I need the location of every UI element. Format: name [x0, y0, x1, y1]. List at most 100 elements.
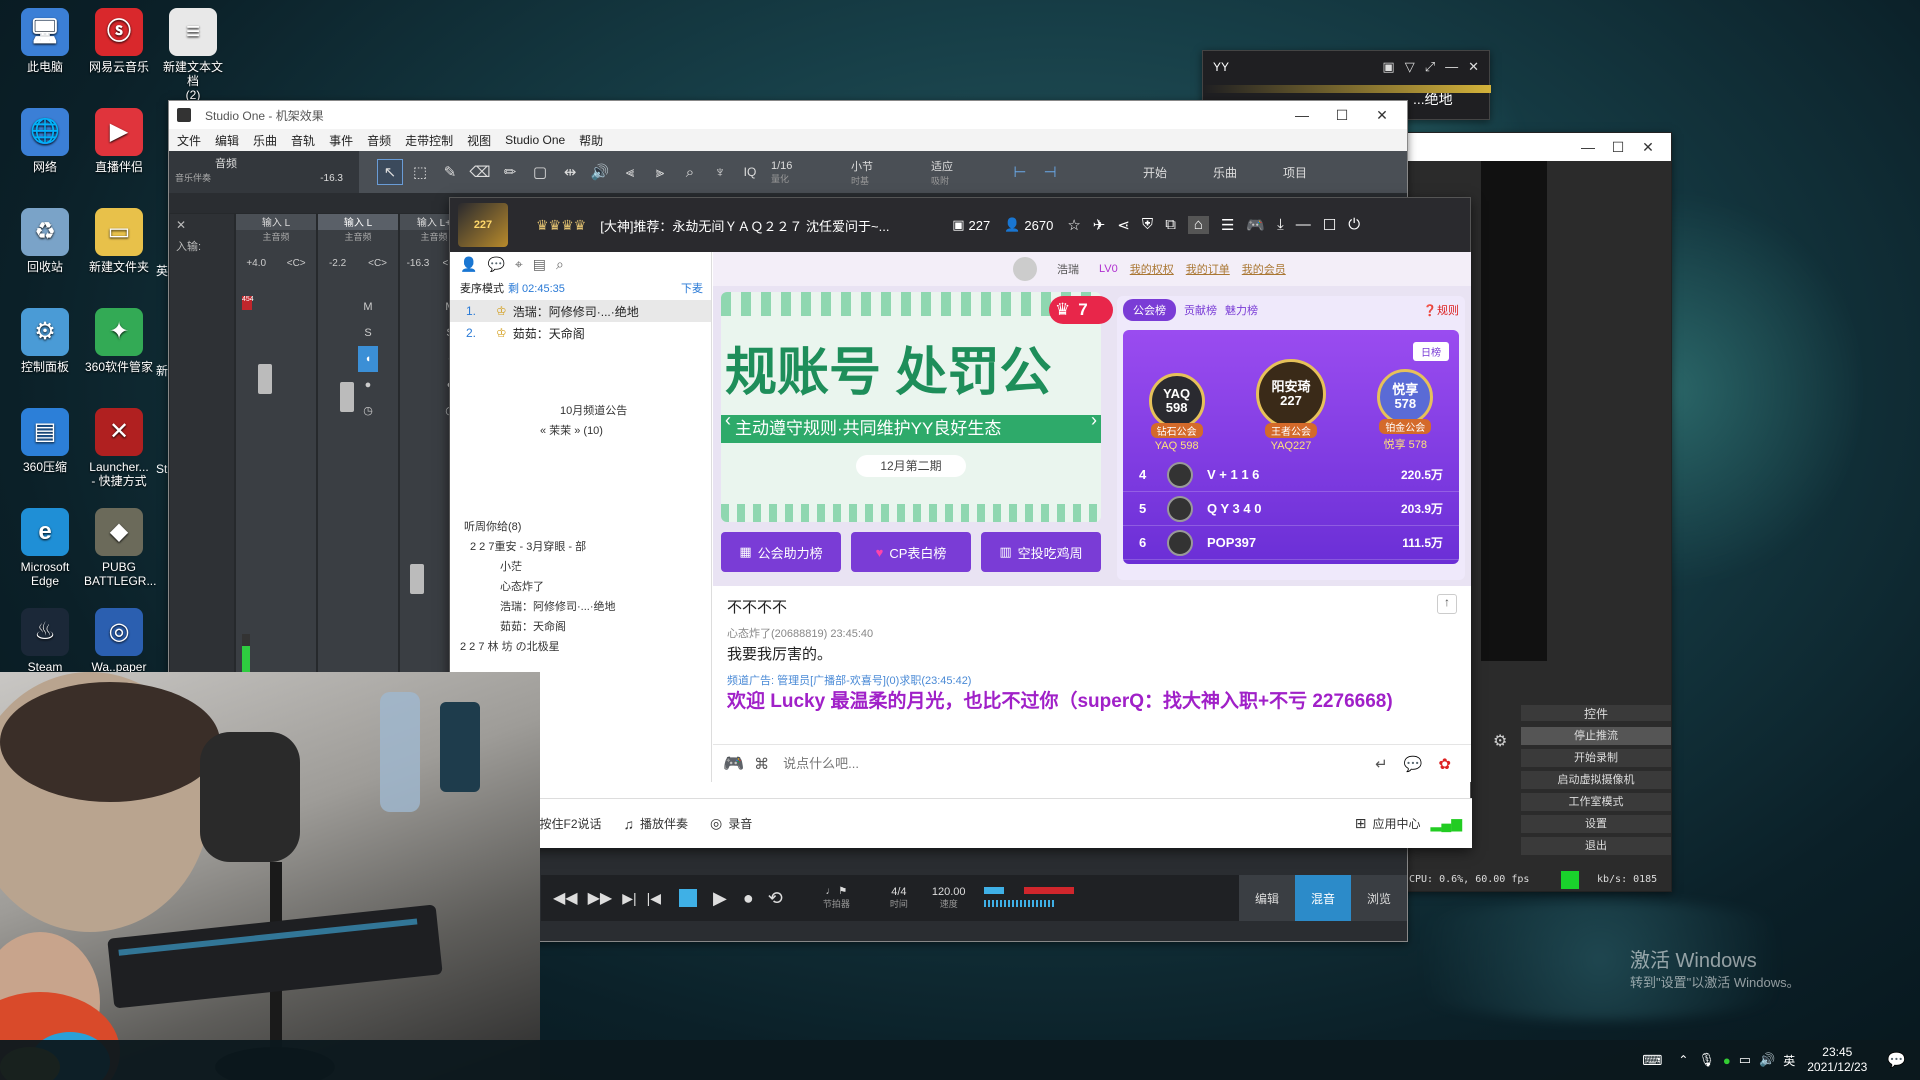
maximize-icon[interactable]: ☐ [1323, 216, 1336, 234]
power-icon[interactable]: ⏻ [1348, 216, 1360, 234]
record-icon[interactable]: ● [743, 888, 754, 909]
mute-tool-icon[interactable]: ▢ [527, 159, 553, 185]
snap-left-icon[interactable]: ⫷ [617, 159, 643, 185]
maximize-icon[interactable]: ☐ [1603, 139, 1633, 156]
menu-item[interactable]: 音频 [367, 132, 391, 149]
app-center[interactable]: 应用中心 [1373, 815, 1421, 832]
airdrop-button[interactable]: ▥ 空投吃鸡周 [981, 532, 1101, 572]
obs-control-button[interactable]: 启动虚拟摄像机 [1521, 771, 1671, 789]
channel-tree-item[interactable]: 听周你给(8) [464, 518, 521, 534]
iq-icon[interactable]: IQ [737, 159, 763, 185]
gear-icon[interactable]: ⚙ [1493, 731, 1507, 751]
channel-tree-item[interactable]: 10月频道公告 [560, 402, 627, 418]
chevron-up-icon[interactable]: ⌃ [1678, 1053, 1688, 1067]
rank-row[interactable]: 6 POP397 111.5万 [1123, 526, 1459, 560]
record-button[interactable]: 录音 [728, 815, 752, 832]
song-button[interactable]: 乐曲 [1185, 151, 1265, 193]
channel-tree-item[interactable]: 2 2 7 林 坊 の北极星 [460, 638, 560, 654]
close-icon[interactable]: ✕ [1367, 107, 1397, 124]
close-icon[interactable]: ✕ [1633, 139, 1663, 156]
download-icon[interactable]: ⤓ [1277, 216, 1284, 234]
obs-control-button[interactable]: 工作室模式 [1521, 793, 1671, 811]
volume-icon[interactable]: 🔊 [1759, 1052, 1775, 1068]
keyboard-icon[interactable]: ⌨ [1642, 1052, 1662, 1069]
screen-icon[interactable]: ⧉ [1165, 216, 1176, 234]
mic-tray-icon[interactable]: 🎙 [1698, 1052, 1715, 1068]
star-icon[interactable]: ☆ [1067, 216, 1080, 234]
tab-guild[interactable]: 公会榜 [1123, 299, 1176, 321]
desktop-icon[interactable]: 🖥 此电脑 [10, 8, 80, 74]
chat-icon[interactable]: 💬 [487, 256, 504, 273]
plane-icon[interactable]: ✈ [1093, 216, 1106, 234]
menu-item[interactable]: 走带控制 [405, 132, 453, 149]
search-icon[interactable]: ⌕ [556, 256, 564, 273]
fast-forward-icon[interactable]: ▶▶ [588, 888, 613, 908]
flower-icon[interactable]: ✿ [1438, 755, 1451, 773]
shield-icon[interactable]: ⛨ [1142, 216, 1153, 234]
desktop-icon[interactable]: ♻ 回收站 [10, 208, 80, 274]
record-button[interactable]: ● [358, 372, 378, 398]
yy-main-window[interactable]: 227 ♛♛♛♛ [大神]推荐：永劫无间ＹＡＱ２２７ 沈任爱问于~... ▣ 2… [449, 197, 1472, 848]
menu-item[interactable]: 文件 [177, 132, 201, 149]
minimize-icon[interactable]: — [1573, 139, 1603, 155]
crown-counter[interactable]: ♛ 7 [1049, 296, 1113, 324]
menu-item[interactable]: 帮助 [579, 132, 603, 149]
play-accompaniment[interactable]: 播放伴奏 [640, 815, 688, 832]
translate-icon[interactable]: ⌘ [754, 755, 769, 773]
channel-tree-item[interactable]: « 茉茉 » (10) [540, 422, 603, 438]
user-icon[interactable]: 👤 [460, 256, 477, 273]
down-button[interactable]: 下麦 [681, 280, 711, 296]
timebase-select[interactable]: 小节 时基 [845, 158, 925, 187]
top-guild[interactable]: 悦享 578 铂金公会 悦享 578 [1377, 369, 1434, 452]
menu-item[interactable]: Studio One [505, 133, 565, 147]
solo-button[interactable]: S [358, 320, 378, 346]
queue-item[interactable]: 2. ♔ 茹茹：天命阁 [450, 322, 711, 344]
tab-contribution[interactable]: 贡献榜 [1184, 302, 1217, 318]
obs-control-button[interactable]: 退出 [1521, 837, 1671, 855]
maximize-icon[interactable]: ☐ [1327, 107, 1357, 124]
minimize-icon[interactable]: — [1287, 107, 1317, 124]
desktop-icon[interactable]: ◆ PUBG BATTLEGR... [84, 508, 156, 588]
desktop-icon[interactable]: e Microsoft Edge [10, 508, 80, 588]
time-icon[interactable]: ◷ [358, 398, 378, 424]
channel-tree-item[interactable]: 2 2 7重安 - 3月穿眼 - 部 [470, 538, 586, 554]
yy-tray-icon[interactable]: ● [1723, 1053, 1731, 1068]
notice-icon[interactable]: ▤ [533, 256, 546, 273]
metronome-toggle-icon[interactable]: ♩ ⚑ [823, 886, 850, 898]
snap-right-icon[interactable]: ⫸ [647, 159, 673, 185]
minimize-icon[interactable]: — [1445, 59, 1458, 75]
range-tool-icon[interactable]: ⬚ [407, 159, 433, 185]
rules-link[interactable]: ❓规则 [1423, 302, 1465, 318]
record-icon[interactable]: ◎ [710, 815, 722, 832]
home-icon[interactable]: ⌂ [1187, 216, 1209, 234]
desktop-icon[interactable]: ▤ 360压缩 [10, 408, 80, 474]
tab-charm[interactable]: 魅力榜 [1225, 302, 1258, 318]
chat-input[interactable] [783, 756, 1264, 771]
pin-icon[interactable]: ▣ [1382, 59, 1394, 75]
channel-tree-item[interactable]: 小茫 [500, 558, 522, 574]
split-tool-icon[interactable]: ✎ [437, 159, 463, 185]
fader-handle[interactable] [340, 382, 354, 412]
to-start-icon[interactable]: |◀ [647, 890, 661, 907]
mute-button[interactable]: M [358, 294, 378, 320]
play-icon[interactable]: ▶ [713, 888, 727, 909]
desktop-icon[interactable]: ✦ 360软件管家 [84, 308, 154, 374]
zoom-icon[interactable]: ⌕ [677, 159, 703, 185]
location-icon[interactable]: ⌖ [515, 256, 523, 273]
edit-button[interactable]: 编辑 [1239, 875, 1295, 921]
notification-icon[interactable]: 💬 [1887, 1051, 1906, 1069]
filter-icon[interactable]: ▽ [1405, 59, 1415, 75]
menu-item[interactable]: 事件 [329, 132, 353, 149]
desktop-icon[interactable]: ⓢ 网易云音乐 [84, 8, 154, 74]
obs-control-button[interactable]: 开始录制 [1521, 749, 1671, 767]
clock[interactable]: 23:45 2021/12/23 [1807, 1045, 1867, 1075]
link-permissions[interactable]: 我的权权 [1130, 261, 1174, 277]
menu-item[interactable]: 乐曲 [253, 132, 277, 149]
guild-support-button[interactable]: ▦ 公会助力榜 [721, 532, 841, 572]
menu-item[interactable]: 编辑 [215, 132, 239, 149]
network-icon[interactable]: ▭ [1739, 1052, 1751, 1068]
obs-control-button[interactable]: 停止推流 [1521, 727, 1671, 745]
loop-icon[interactable]: ⟲ [768, 888, 783, 909]
menu-item[interactable]: 音轨 [291, 132, 315, 149]
mix-button[interactable]: 混音 [1295, 875, 1351, 921]
